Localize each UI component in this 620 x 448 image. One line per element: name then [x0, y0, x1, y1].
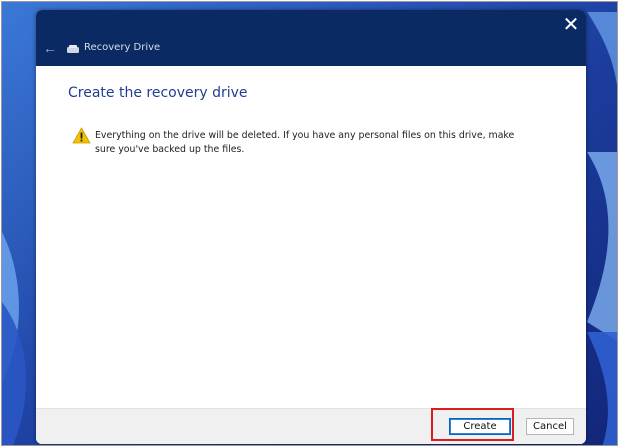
- create-button[interactable]: Create: [449, 418, 511, 435]
- dialog-content: Create the recovery drive Everything on …: [36, 66, 586, 408]
- page-title: Create the recovery drive: [68, 85, 248, 101]
- title-bar: ✕ ← Recovery Drive: [36, 10, 586, 66]
- dialog-footer: Create Cancel: [36, 408, 586, 444]
- window-title: Recovery Drive: [84, 42, 161, 53]
- recovery-drive-dialog: ✕ ← Recovery Drive Create the recovery d…: [36, 10, 586, 444]
- warning-icon: [72, 127, 91, 144]
- cancel-button[interactable]: Cancel: [526, 418, 574, 435]
- drive-icon: [67, 45, 79, 53]
- close-icon[interactable]: ✕: [560, 14, 582, 36]
- screenshot-frame: ✕ ← Recovery Drive Create the recovery d…: [1, 1, 618, 446]
- back-arrow-icon[interactable]: ←: [42, 40, 58, 56]
- warning-message: Everything on the drive will be deleted.…: [95, 130, 515, 155]
